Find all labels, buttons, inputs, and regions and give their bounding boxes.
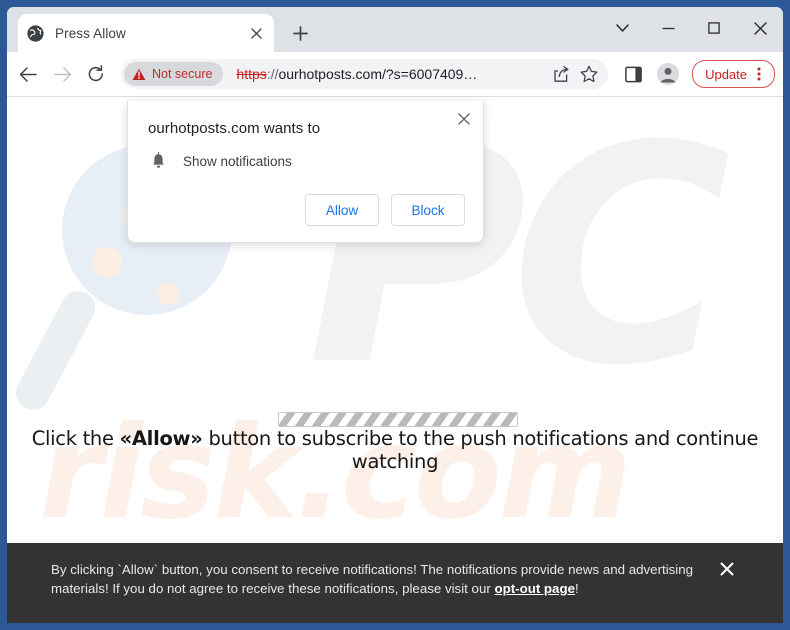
url-text[interactable]: https://ourhotposts.com/?s=6007409… bbox=[236, 66, 546, 82]
url-host-path: ourhotposts.com/?s=6007409… bbox=[278, 66, 478, 82]
three-dot-menu-icon[interactable] bbox=[750, 64, 768, 84]
dialog-close-icon[interactable] bbox=[452, 107, 476, 131]
browser-window: Press Allow Not secure https://ourhotpos… bbox=[0, 0, 790, 630]
headline-emphasis: «Allow» bbox=[119, 427, 203, 450]
block-button[interactable]: Block bbox=[391, 194, 465, 226]
url-scheme: https bbox=[236, 66, 267, 82]
loading-progress-bar bbox=[278, 412, 518, 427]
consent-text-part1: By clicking `Allow` button, you consent … bbox=[51, 562, 694, 596]
not-secure-label: Not secure bbox=[152, 67, 213, 81]
opt-out-page-link[interactable]: opt-out page bbox=[494, 581, 575, 596]
tab-close-icon[interactable] bbox=[247, 24, 265, 42]
tab-press-allow[interactable]: Press Allow bbox=[18, 14, 274, 52]
back-button[interactable] bbox=[13, 59, 43, 89]
dialog-permission-row: Show notifications bbox=[148, 151, 292, 171]
browser-window-inner: Press Allow Not secure https://ourhotpos… bbox=[7, 7, 783, 623]
minimize-button[interactable] bbox=[645, 7, 691, 49]
notification-permission-dialog: ourhotposts.com wants to Show notificati… bbox=[127, 101, 484, 243]
browser-toolbar: Not secure https://ourhotposts.com/?s=60… bbox=[7, 52, 783, 97]
close-button[interactable] bbox=[737, 7, 783, 49]
allow-button[interactable]: Allow bbox=[305, 194, 379, 226]
dialog-title: ourhotposts.com wants to bbox=[148, 120, 321, 137]
share-icon[interactable] bbox=[548, 61, 574, 87]
maximize-button[interactable] bbox=[691, 7, 737, 49]
star-icon[interactable] bbox=[576, 61, 602, 87]
bell-icon bbox=[148, 151, 168, 171]
headline-prefix: Click the bbox=[31, 427, 120, 450]
tab-strip: Press Allow bbox=[7, 7, 783, 52]
tab-search-chevron-icon[interactable] bbox=[599, 7, 645, 49]
tab-title: Press Allow bbox=[55, 25, 126, 41]
side-panel-icon[interactable] bbox=[618, 59, 648, 89]
address-bar[interactable]: Not secure https://ourhotposts.com/?s=60… bbox=[121, 59, 609, 89]
page-viewport: PC risk.com Click the «Allow» button to … bbox=[7, 97, 783, 623]
consent-text: By clicking `Allow` button, you consent … bbox=[51, 560, 706, 598]
reload-button[interactable] bbox=[81, 59, 111, 89]
new-tab-button[interactable] bbox=[287, 20, 313, 46]
watermark-dot bbox=[157, 283, 179, 305]
dialog-actions: Allow Block bbox=[305, 194, 465, 226]
consent-banner: By clicking `Allow` button, you consent … bbox=[7, 543, 783, 623]
forward-button[interactable] bbox=[47, 59, 77, 89]
url-separator: :// bbox=[266, 66, 279, 82]
page-headline: Click the «Allow» button to subscribe to… bbox=[7, 427, 783, 473]
consent-text-part2: ! bbox=[574, 581, 579, 596]
warning-triangle-icon bbox=[132, 68, 146, 81]
not-secure-badge[interactable]: Not secure bbox=[124, 62, 224, 86]
update-button[interactable]: Update bbox=[692, 60, 775, 88]
watermark-magnifier-handle bbox=[9, 285, 102, 416]
headline-suffix: button to subscribe to the push notifica… bbox=[202, 427, 759, 473]
globe-icon bbox=[27, 24, 44, 42]
window-controls bbox=[599, 7, 783, 49]
consent-close-icon[interactable] bbox=[712, 556, 742, 582]
watermark-dot bbox=[92, 247, 122, 277]
update-label: Update bbox=[705, 66, 747, 82]
dialog-option-label: Show notifications bbox=[183, 153, 292, 169]
profile-avatar-icon[interactable] bbox=[653, 59, 683, 89]
